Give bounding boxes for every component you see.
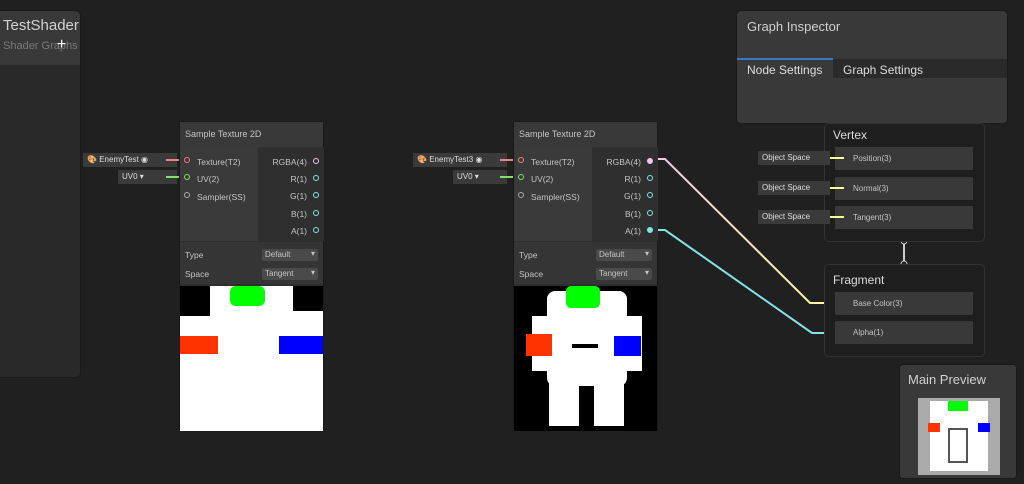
input-port[interactable]: Texture(T2)	[531, 157, 574, 167]
input-port[interactable]: Texture(T2)	[197, 157, 240, 167]
type-dropdown[interactable]: Default	[596, 249, 652, 261]
texture-preview	[514, 286, 657, 431]
node-title: Sample Texture 2D	[180, 122, 323, 147]
blackboard-subtitle: Shader Graphs	[3, 40, 78, 52]
output-port[interactable]: G(1)	[290, 191, 307, 201]
vertex-block: Vertex Position(3) Normal(3) Tangent(3)	[824, 123, 985, 242]
main-preview-title: Main Preview	[908, 372, 987, 387]
input-port[interactable]: Sampler(SS)	[531, 192, 580, 202]
output-port[interactable]: R(1)	[290, 174, 307, 184]
tab-node-settings[interactable]: Node Settings	[737, 58, 833, 78]
input-port[interactable]: UV(2)	[531, 174, 553, 184]
position-wire	[830, 157, 844, 159]
add-property-button[interactable]: +	[57, 36, 66, 54]
normal-wire	[830, 187, 844, 189]
blackboard-header: TestShader Shader Graphs +	[0, 11, 80, 65]
texture-property-label: EnemyTest	[99, 155, 139, 164]
fragment-slot-alpha[interactable]: Alpha(1)	[835, 321, 973, 344]
texture-preview	[180, 286, 323, 431]
vertex-slot-tangent[interactable]: Tangent(3)	[835, 206, 973, 229]
sample-texture-node-1[interactable]: Sample Texture 2D Texture(T2) UV(2) Samp…	[179, 121, 324, 431]
texture-property-chip[interactable]: 🎨 EnemyTest3 ◉	[413, 153, 507, 167]
texture-icon: 🎨	[417, 155, 427, 164]
space-label: Space	[185, 269, 210, 279]
uv-dropdown[interactable]: UV0 ▾	[453, 170, 507, 184]
output-port[interactable]: G(1)	[624, 191, 641, 201]
fragment-block: Fragment Base Color(3) Alpha(1)	[824, 264, 985, 357]
normal-space-chip[interactable]: Object Space	[758, 181, 830, 195]
output-port[interactable]: R(1)	[624, 174, 641, 184]
input-port[interactable]: UV(2)	[197, 174, 219, 184]
blackboard: TestShader Shader Graphs +	[0, 10, 81, 378]
texture-property-label: EnemyTest3	[429, 155, 474, 164]
texture-wire	[500, 159, 514, 161]
edge-alpha	[651, 229, 838, 334]
space-label: Space	[519, 269, 544, 279]
space-dropdown[interactable]: Tangent	[262, 268, 318, 280]
node-title: Sample Texture 2D	[514, 122, 657, 147]
blackboard-title: TestShader	[3, 17, 79, 34]
type-label: Type	[185, 250, 204, 260]
position-space-chip[interactable]: Object Space	[758, 151, 830, 165]
type-dropdown[interactable]: Default	[262, 249, 318, 261]
output-port[interactable]: B(1)	[625, 209, 641, 219]
vertex-title: Vertex	[833, 128, 868, 142]
fragment-slot-base-color[interactable]: Base Color(3)	[835, 292, 973, 315]
fragment-title: Fragment	[833, 273, 885, 287]
output-port[interactable]: A(1)	[291, 226, 307, 236]
tangent-space-chip[interactable]: Object Space	[758, 210, 830, 224]
vertex-slot-position[interactable]: Position(3)	[835, 147, 973, 170]
space-dropdown[interactable]: Tangent	[596, 268, 652, 280]
type-label: Type	[519, 250, 538, 260]
uv-value: UV0	[457, 172, 473, 181]
tab-graph-settings[interactable]: Graph Settings	[843, 60, 923, 80]
main-preview: Main Preview	[899, 364, 1017, 479]
tangent-wire	[830, 216, 844, 218]
inspector-title: Graph Inspector	[747, 19, 841, 34]
vertex-slot-normal[interactable]: Normal(3)	[835, 177, 973, 200]
texture-icon: 🎨	[87, 155, 97, 164]
output-port[interactable]: RGBA(4)	[273, 157, 307, 167]
input-port[interactable]: Sampler(SS)	[197, 192, 246, 202]
uv-value: UV0	[122, 172, 138, 181]
output-port[interactable]: B(1)	[291, 209, 307, 219]
uv-wire	[166, 176, 180, 178]
uv-wire	[500, 176, 514, 178]
graph-inspector: Graph Inspector Node Settings Graph Sett…	[736, 10, 1008, 124]
texture-property-chip[interactable]: 🎨 EnemyTest ◉	[83, 153, 177, 167]
preview-image	[918, 398, 1000, 475]
texture-wire	[166, 159, 180, 161]
sample-texture-node-2[interactable]: Sample Texture 2D Texture(T2) UV(2) Samp…	[513, 121, 658, 431]
output-port[interactable]: RGBA(4)	[607, 157, 641, 167]
output-port[interactable]: A(1)	[625, 226, 641, 236]
